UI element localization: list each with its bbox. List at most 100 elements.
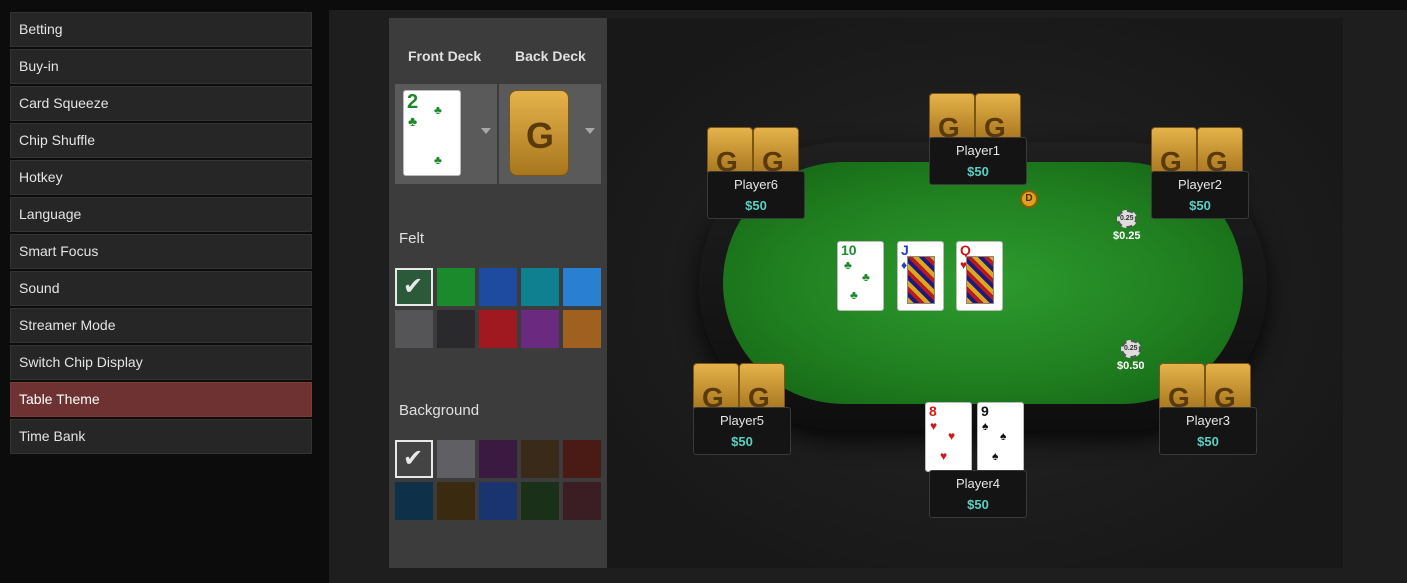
background-color-swatch[interactable]: ✔ <box>395 440 433 478</box>
background-color-swatch[interactable] <box>395 482 433 520</box>
card-backs: G G <box>1159 363 1257 413</box>
queen-face-art <box>966 256 994 304</box>
chip-icon: 0.25 <box>1116 210 1137 228</box>
card-back: G <box>1197 127 1243 177</box>
club-icon: ♣ <box>434 153 442 167</box>
theme-settings-column: Front Deck Back Deck 2 ♣ ♣ ♣ G Felt ✔ Ba… <box>389 18 607 568</box>
sidebar-item-table-theme[interactable]: Table Theme <box>10 382 312 417</box>
player-name: Player6 <box>733 177 779 192</box>
felt-color-swatch[interactable] <box>437 268 475 306</box>
settings-sidebar: Betting Buy-in Card Squeeze Chip Shuffle… <box>10 12 312 456</box>
player-stack: $50 <box>967 497 989 512</box>
community-card-1: 10 ♣ ♣ ♣ <box>837 241 884 311</box>
sidebar-item-time-bank[interactable]: Time Bank <box>10 419 312 454</box>
player-name: Player1 <box>955 143 1001 158</box>
table-preview: 10 ♣ ♣ ♣ J ♦ Q ♥ 8 ♥ ♥ ♥ 9 ♠ ♠ ♠ D 0.25 … <box>607 18 1343 568</box>
hero-card-1: 8 ♥ ♥ ♥ <box>925 402 972 472</box>
player-stack: $50 <box>967 164 989 179</box>
card-rank: 10 <box>841 242 857 258</box>
checkmark-icon: ✔ <box>403 273 424 300</box>
sidebar-item-sound[interactable]: Sound <box>10 271 312 306</box>
heart-icon: ♥ <box>930 419 938 433</box>
card-back: G <box>1159 363 1205 413</box>
back-deck-dropdown[interactable]: G <box>499 84 601 184</box>
card-backs: G G <box>929 93 1027 143</box>
felt-color-swatch[interactable] <box>521 268 559 306</box>
felt-color-swatch[interactable] <box>395 310 433 348</box>
front-deck-preview-card: 2 ♣ ♣ ♣ <box>403 90 461 176</box>
felt-color-swatch[interactable]: ✔ <box>395 268 433 306</box>
back-deck-label: Back Deck <box>515 48 586 64</box>
spade-icon: ♠ <box>1000 429 1007 443</box>
felt-color-swatch[interactable] <box>437 310 475 348</box>
player-name: Player4 <box>955 476 1001 491</box>
player-nameplate: Player5 $50 <box>693 407 791 455</box>
jack-face-art <box>907 256 935 304</box>
card-back: G <box>1205 363 1251 413</box>
sidebar-item-smart-focus[interactable]: Smart Focus <box>10 234 312 269</box>
sidebar-item-betting[interactable]: Betting <box>10 12 312 47</box>
chevron-down-icon <box>481 128 491 134</box>
g-logo-icon: G <box>526 115 555 156</box>
background-color-swatch[interactable] <box>479 440 517 478</box>
sidebar-item-chip-shuffle[interactable]: Chip Shuffle <box>10 123 312 158</box>
felt-color-swatch[interactable] <box>563 268 601 306</box>
sidebar-item-language[interactable]: Language <box>10 197 312 232</box>
player-stack: $50 <box>1189 198 1211 213</box>
background-color-swatch[interactable] <box>521 440 559 478</box>
heart-icon: ♥ <box>948 429 956 443</box>
player3-bet: 0.25 $0.50 <box>1117 340 1145 372</box>
heart-icon: ♥ <box>940 449 948 463</box>
background-label: Background <box>399 402 480 419</box>
card-back: G <box>739 363 785 413</box>
spade-icon: ♠ <box>992 449 999 463</box>
player-nameplate: Player6 $50 <box>707 171 805 219</box>
felt-color-swatch[interactable] <box>563 310 601 348</box>
player-name: Player2 <box>1177 177 1223 192</box>
background-color-swatch[interactable] <box>479 482 517 520</box>
card-rank: 8 <box>929 403 937 419</box>
card-back: G <box>929 93 975 143</box>
background-color-swatch[interactable] <box>563 482 601 520</box>
front-deck-dropdown[interactable]: 2 ♣ ♣ ♣ <box>395 84 497 184</box>
sidebar-item-switch-chip-display[interactable]: Switch Chip Display <box>10 345 312 380</box>
bet-amount: $0.25 <box>1113 230 1141 242</box>
sidebar-item-streamer-mode[interactable]: Streamer Mode <box>10 308 312 343</box>
sidebar-item-hotkey[interactable]: Hotkey <box>10 160 312 195</box>
club-icon: ♣ <box>434 103 442 117</box>
card-backs: G G <box>707 127 805 177</box>
background-color-swatch[interactable] <box>437 440 475 478</box>
community-card-2: J ♦ <box>897 241 944 311</box>
card-back: G <box>975 93 1021 143</box>
background-color-swatch[interactable] <box>563 440 601 478</box>
club-icon: ♣ <box>850 288 858 302</box>
card-backs: G G <box>1151 127 1249 177</box>
player-stack: $50 <box>745 198 767 213</box>
card-back: G <box>707 127 753 177</box>
felt-color-swatch[interactable] <box>479 268 517 306</box>
front-deck-rank: 2 <box>407 91 419 113</box>
background-color-swatch[interactable] <box>437 482 475 520</box>
player2-bet: 0.25 $0.25 <box>1113 210 1141 242</box>
card-back: G <box>753 127 799 177</box>
player-nameplate: Player1 $50 <box>929 137 1027 185</box>
checkmark-icon: ✔ <box>403 445 424 472</box>
felt-color-swatch[interactable] <box>479 310 517 348</box>
sidebar-item-buy-in[interactable]: Buy-in <box>10 49 312 84</box>
hero-card-2: 9 ♠ ♠ ♠ <box>977 402 1024 472</box>
back-deck-preview-card: G <box>509 90 569 176</box>
player-nameplate: Player3 $50 <box>1159 407 1257 455</box>
player-stack: $50 <box>731 434 753 449</box>
player-nameplate: Player4 $50 <box>929 470 1027 518</box>
felt-color-swatch[interactable] <box>521 310 559 348</box>
club-icon: ♣ <box>862 270 870 284</box>
player-name: Player5 <box>719 413 765 428</box>
chip-icon: 0.25 <box>1120 340 1141 358</box>
front-deck-label: Front Deck <box>408 48 482 64</box>
sidebar-item-card-squeeze[interactable]: Card Squeeze <box>10 86 312 121</box>
player-stack: $50 <box>1197 434 1219 449</box>
background-color-swatch[interactable] <box>521 482 559 520</box>
card-rank: 9 <box>981 403 989 419</box>
table-theme-panel: Front Deck Back Deck 2 ♣ ♣ ♣ G Felt ✔ Ba… <box>329 10 1407 583</box>
card-back: G <box>693 363 739 413</box>
